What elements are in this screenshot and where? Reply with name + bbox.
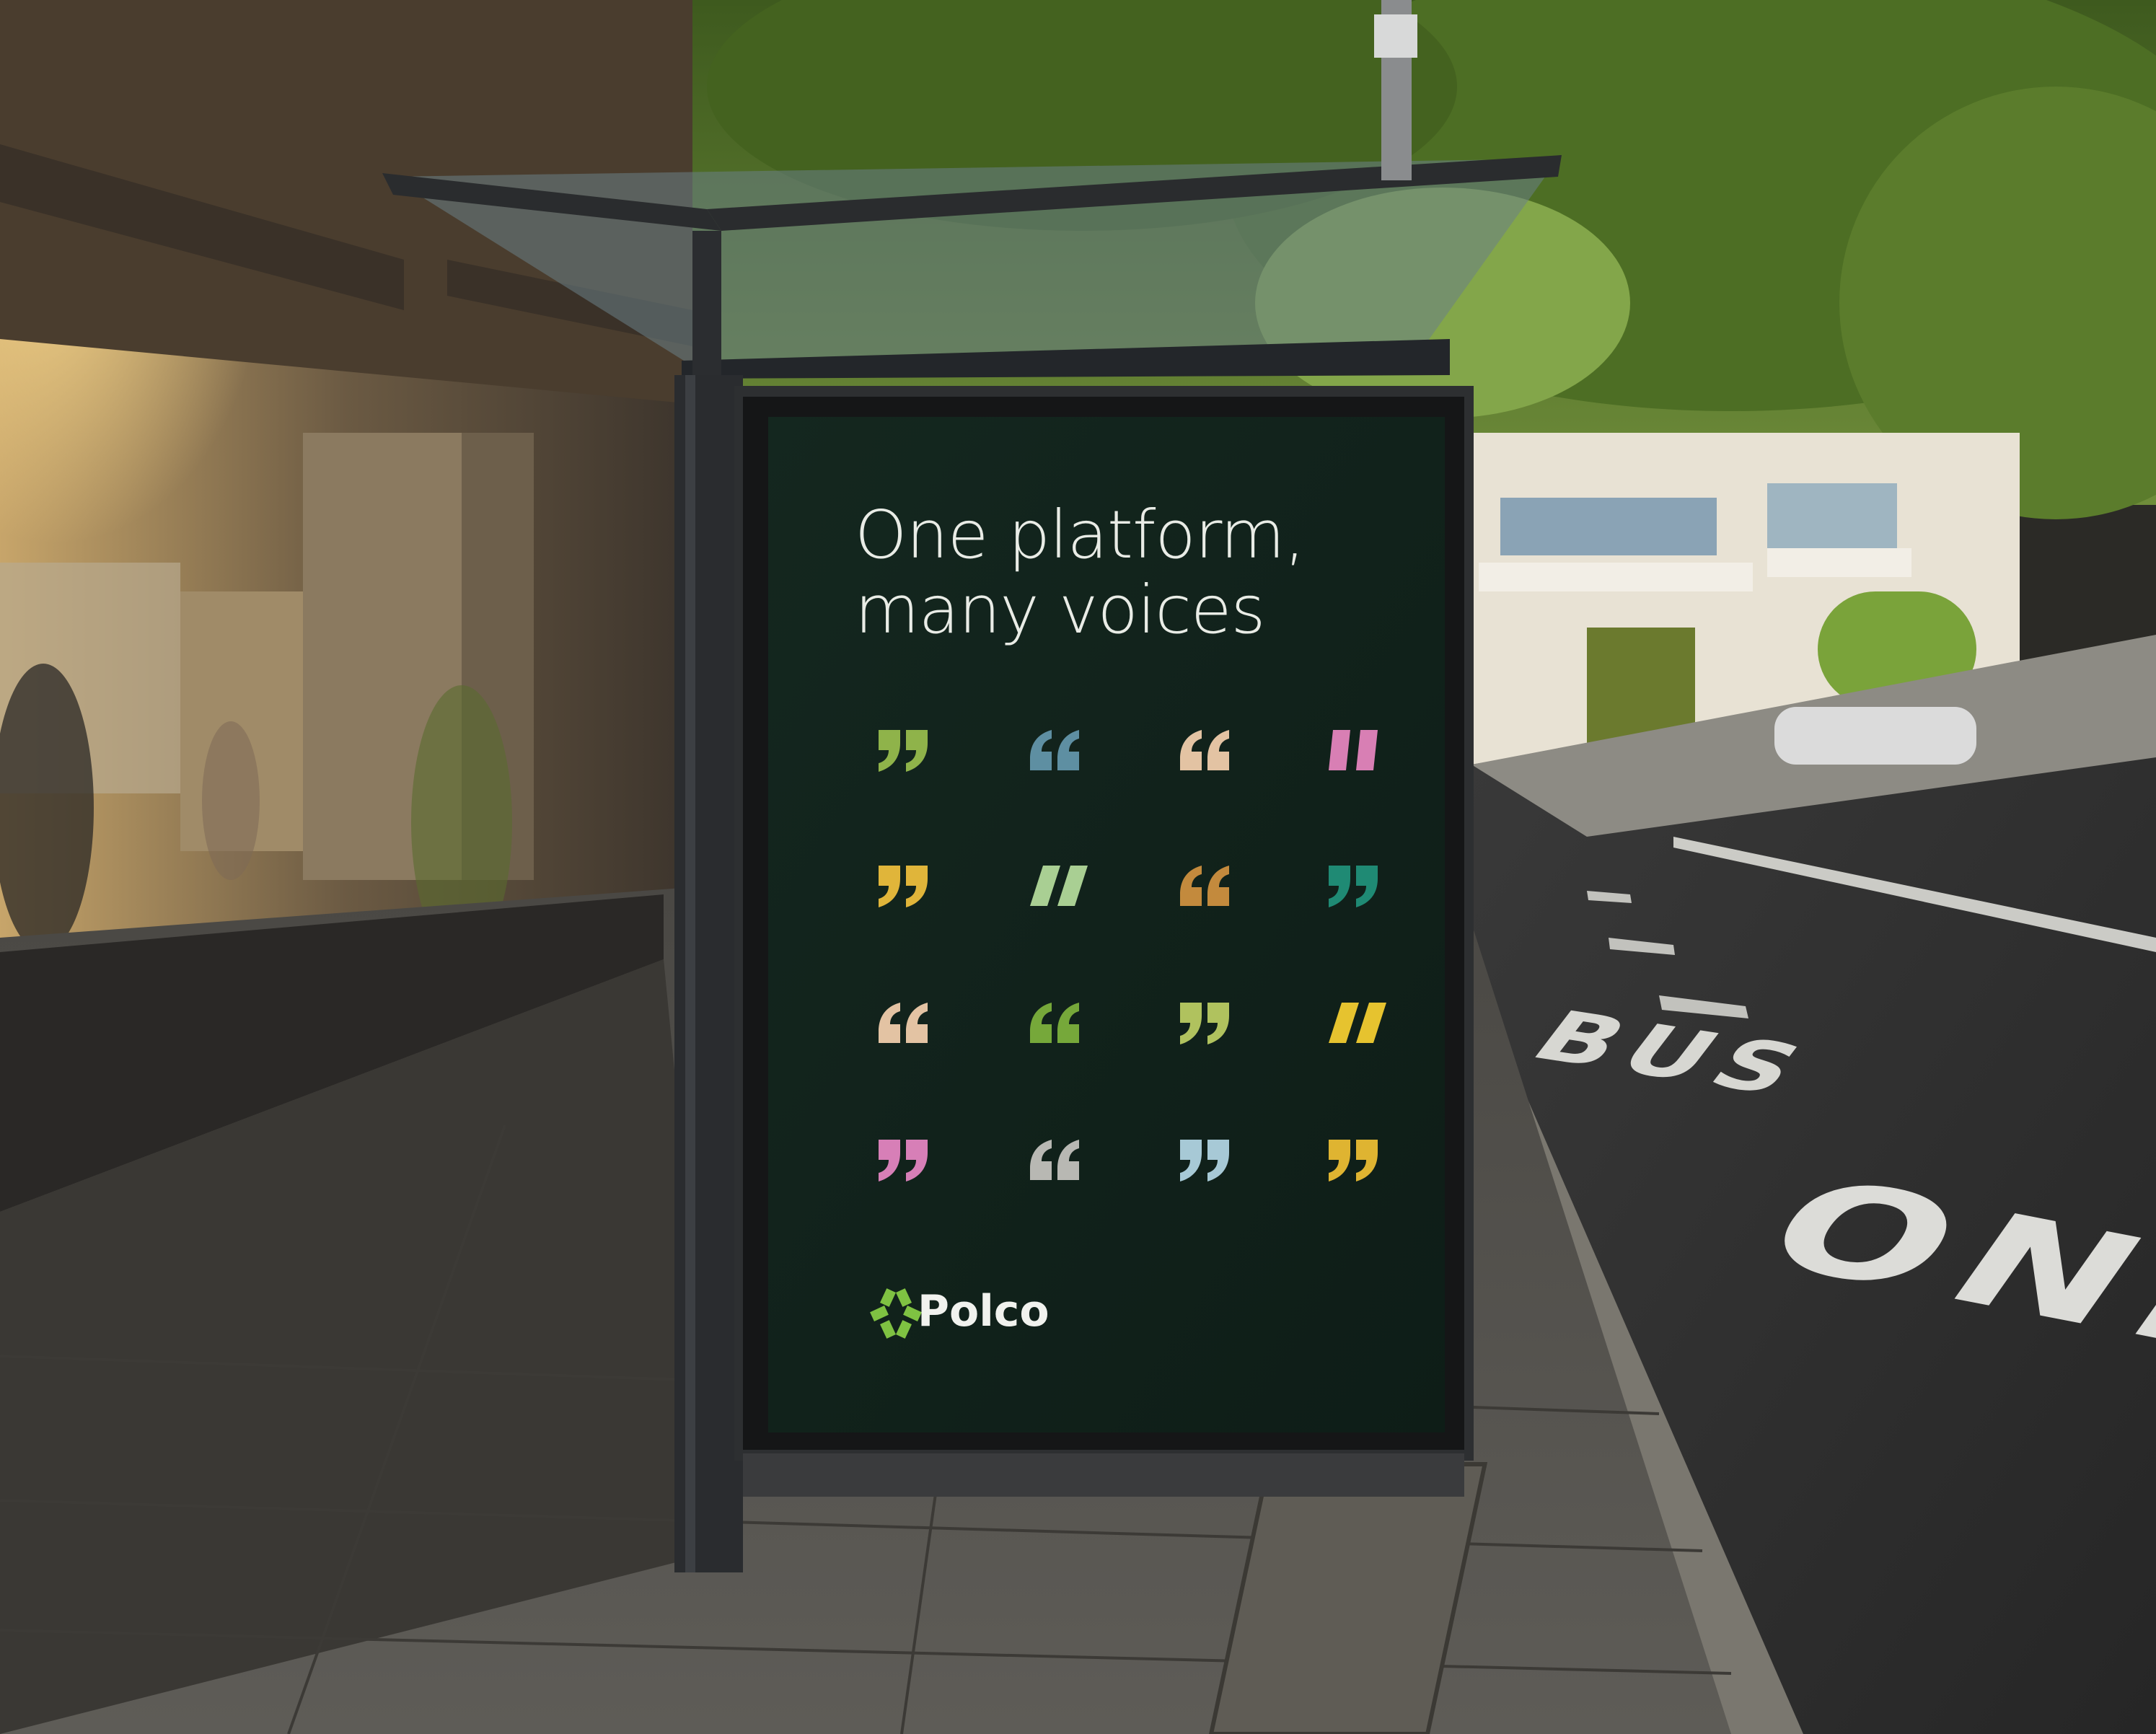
headline-line-1: One platform, — [855, 496, 1306, 573]
building-ledge — [1479, 563, 1753, 591]
brand-name: Polco — [918, 1286, 1050, 1337]
car — [1774, 707, 1976, 765]
shelter-support — [692, 231, 721, 375]
shelter-post — [674, 375, 743, 1572]
street-scene: One platform, many voices Polco BUS ONLY — [0, 0, 2156, 1734]
shelter-post-highlight — [685, 375, 695, 1572]
building-window — [1767, 483, 1897, 555]
building-window — [1500, 498, 1717, 555]
building-ledge — [1767, 548, 1911, 577]
poster-frame-base — [743, 1453, 1464, 1497]
scene-illustration — [0, 0, 2156, 1734]
headline-line-2: many voices — [855, 571, 1265, 648]
poster-headline: One platform, many voices — [855, 498, 1403, 648]
street-pole-lamp — [1374, 14, 1417, 58]
pedestrian-blur — [202, 721, 260, 880]
